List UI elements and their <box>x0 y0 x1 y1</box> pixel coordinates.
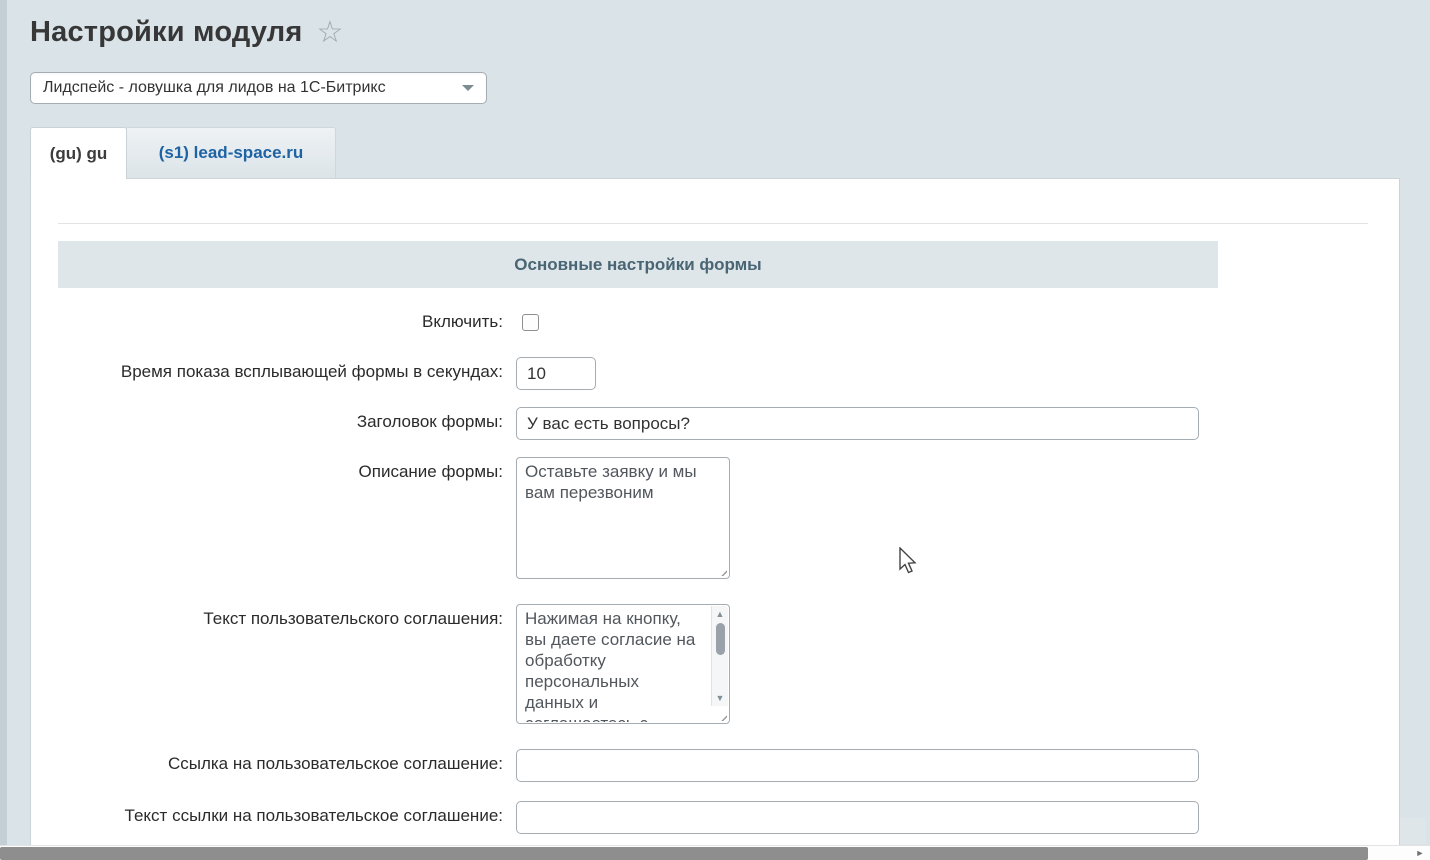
form-title-input[interactable] <box>516 407 1199 440</box>
resize-grip-icon[interactable] <box>717 566 727 576</box>
agreement-link-input[interactable] <box>516 749 1199 782</box>
scroll-right-icon[interactable]: ► <box>1412 846 1428 860</box>
form-row-form-title: Заголовок формы: <box>31 407 1399 440</box>
tab-lead-space-label: (s1) lead-space.ru <box>159 143 304 163</box>
form-row-agreement-link: Ссылка на пользовательское соглашение: <box>31 749 1399 782</box>
agreement-text-label: Текст пользовательского соглашения: <box>31 604 516 629</box>
page-title: Настройки модуля <box>30 16 303 49</box>
site-tabs: (gu) gu (s1) lead-space.ru <box>30 127 336 178</box>
module-select-dropdown[interactable]: Лидспейс - ловушка для лидов на 1С-Битри… <box>30 72 487 104</box>
module-select-value: Лидспейс - ловушка для лидов на 1С-Битри… <box>43 79 454 97</box>
scroll-up-icon[interactable]: ▲ <box>712 606 729 622</box>
enable-label: Включить: <box>31 307 516 332</box>
top-divider <box>58 223 1368 224</box>
tab-gu-label: (gu) gu <box>50 144 108 164</box>
textarea-vertical-scrollbar: ▲ ▼ <box>711 606 728 706</box>
agreement-link-label: Ссылка на пользовательское соглашение: <box>31 749 516 774</box>
description-text: Оставьте заявку и мы вам перезвоним <box>525 461 709 577</box>
tab-gu[interactable]: (gu) gu <box>30 127 127 179</box>
horizontal-scrollbar[interactable]: ► <box>0 845 1430 860</box>
form-title-label: Заголовок формы: <box>31 407 516 432</box>
horizontal-scrollbar-thumb[interactable] <box>0 847 1368 860</box>
agreement-textarea[interactable]: Нажимая на кнопку, вы даете согласие на … <box>516 604 730 724</box>
section-header: Основные настройки формы <box>58 241 1218 288</box>
form-row-show-time: Время показа всплывающей формы в секунда… <box>31 357 1399 390</box>
form-row-description: Описание формы: Оставьте заявку и мы вам… <box>31 457 1399 579</box>
resize-grip-icon[interactable] <box>717 711 727 721</box>
scrollbar-track[interactable] <box>712 622 729 690</box>
form-row-agreement-text: Текст пользовательского соглашения: Нажи… <box>31 604 1399 724</box>
dropdown-arrow-icon <box>462 85 474 91</box>
form-row-agreement-link-text: Текст ссылки на пользовательское соглаше… <box>31 801 1399 834</box>
show-time-label: Время показа всплывающей формы в секунда… <box>31 357 516 382</box>
scroll-down-icon[interactable]: ▼ <box>712 690 729 706</box>
left-edge-strip <box>0 0 7 845</box>
description-textarea[interactable]: Оставьте заявку и мы вам перезвоним <box>516 457 730 579</box>
scrollbar-thumb[interactable] <box>716 623 725 655</box>
favorite-star-icon[interactable]: ☆ <box>317 16 344 50</box>
enable-checkbox[interactable] <box>522 314 539 331</box>
tab-lead-space[interactable]: (s1) lead-space.ru <box>127 127 336 178</box>
settings-panel: Основные настройки формы Включить: Время… <box>30 178 1400 845</box>
agreement-text: Нажимая на кнопку, вы даете согласие на … <box>525 608 709 722</box>
scroll-corner <box>1400 818 1426 844</box>
description-label: Описание формы: <box>31 457 516 482</box>
form-row-enable: Включить: <box>31 307 1399 340</box>
agreement-link-text-label: Текст ссылки на пользовательское соглаше… <box>31 801 516 826</box>
agreement-link-text-input[interactable] <box>516 801 1199 834</box>
settings-form: Включить: Время показа всплывающей формы… <box>31 307 1399 834</box>
page-header: Настройки модуля ☆ <box>30 16 343 50</box>
show-time-input[interactable] <box>516 357 596 390</box>
